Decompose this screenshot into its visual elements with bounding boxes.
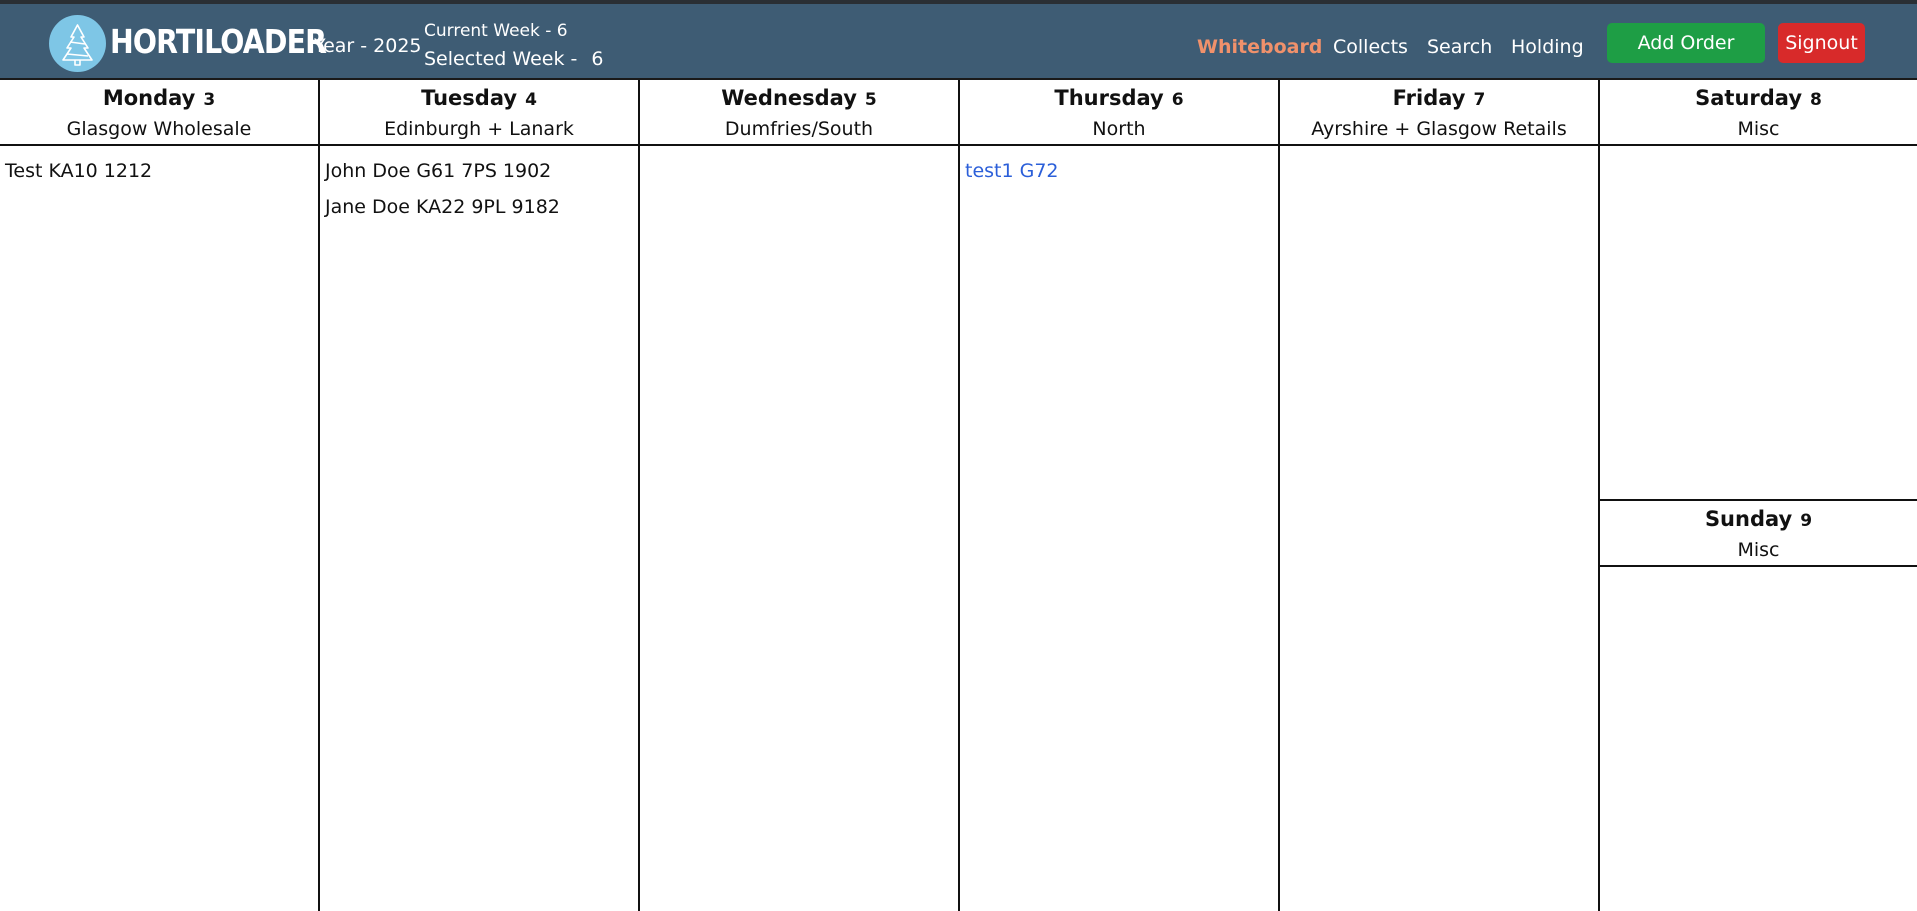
day-number: 4 <box>525 90 537 110</box>
day-region: Misc <box>1737 118 1780 140</box>
selected-week-label: Selected Week - <box>424 48 578 70</box>
current-week-indicator: Current Week - 6 <box>424 21 568 41</box>
day-name: Friday <box>1392 86 1466 110</box>
day-name: Monday <box>102 86 196 110</box>
order-item-link[interactable]: test1 G72 <box>965 153 1278 189</box>
day-header: Monday 3 Glasgow Wholesale <box>0 80 318 146</box>
day-column-wednesday: Wednesday 5 Dumfries/South <box>640 80 960 911</box>
day-header-sunday: Sunday 9 Misc <box>1600 501 1917 567</box>
day-column-tuesday: Tuesday 4 Edinburgh + Lanark John Doe G61… <box>320 80 640 911</box>
year-indicator: Year - 2025 <box>314 35 422 57</box>
day-region: Dumfries/South <box>724 118 874 140</box>
order-list-sunday <box>1600 567 1917 574</box>
order-item[interactable]: John Doe G61 7PS 1902 <box>325 153 638 189</box>
day-region: Edinburgh + Lanark <box>384 118 574 140</box>
day-column-friday: Friday 7 Ayrshire + Glasgow Retails <box>1280 80 1600 911</box>
order-list: John Doe G61 7PS 1902 Jane Doe KA22 9PL … <box>320 146 638 225</box>
nav-collects[interactable]: Collects <box>1333 35 1408 59</box>
day-name: Thursday <box>1054 86 1164 110</box>
day-number: 7 <box>1473 90 1486 110</box>
nav-search[interactable]: Search <box>1427 35 1492 59</box>
selected-week-indicator[interactable]: Selected Week - 6 <box>424 47 604 71</box>
day-column-thursday: Thursday 6 North test1 G72 <box>960 80 1280 911</box>
top-navbar: HORTILOADER Year - 2025 Current Week - 6… <box>0 4 1917 80</box>
sunday-section: Sunday 9 Misc <box>1600 499 1917 574</box>
day-header: Tuesday 4 Edinburgh + Lanark <box>320 80 638 146</box>
tree-logo-icon[interactable] <box>49 15 106 72</box>
day-name: Sunday <box>1704 507 1793 531</box>
order-list-saturday <box>1600 146 1917 153</box>
day-number: 3 <box>203 90 216 110</box>
day-region: North <box>1092 118 1146 140</box>
day-region: Misc <box>1737 539 1780 561</box>
order-item[interactable]: Jane Doe KA22 9PL 9182 <box>325 189 638 225</box>
day-name: Saturday <box>1695 86 1803 110</box>
day-header-saturday: Saturday 8 Misc <box>1600 80 1917 146</box>
order-list <box>1280 146 1598 153</box>
whiteboard-grid: Monday 3 Glasgow Wholesale Test KA10 1212… <box>0 80 1917 911</box>
nav-whiteboard[interactable]: Whiteboard <box>1197 35 1322 59</box>
day-header: Wednesday 5 Dumfries/South <box>640 80 958 146</box>
day-number: 8 <box>1810 90 1822 110</box>
day-name: Wednesday <box>721 86 857 110</box>
brand-name: HORTILOADER <box>110 22 327 61</box>
order-item[interactable]: Test KA10 1212 <box>5 153 318 189</box>
order-list <box>640 146 958 153</box>
day-number: 5 <box>864 90 877 110</box>
nav-holding[interactable]: Holding <box>1511 35 1584 59</box>
day-column-weekend: Saturday 8 Misc Sunday 9 Misc <box>1600 80 1917 911</box>
day-region: Glasgow Wholesale <box>66 118 252 140</box>
order-list: Test KA10 1212 <box>0 146 318 189</box>
day-header: Friday 7 Ayrshire + Glasgow Retails <box>1280 80 1598 146</box>
day-name: Tuesday <box>421 86 518 110</box>
add-order-button[interactable]: Add Order <box>1607 23 1765 63</box>
day-number: 9 <box>1800 511 1813 531</box>
selected-week-value: 6 <box>591 48 604 70</box>
day-region: Ayrshire + Glasgow Retails <box>1311 118 1567 140</box>
day-header: Thursday 6 North <box>960 80 1278 146</box>
day-number: 6 <box>1171 90 1184 110</box>
order-list: test1 G72 <box>960 146 1278 189</box>
signout-button[interactable]: Signout <box>1778 23 1865 63</box>
day-column-monday: Monday 3 Glasgow Wholesale Test KA10 1212 <box>0 80 320 911</box>
